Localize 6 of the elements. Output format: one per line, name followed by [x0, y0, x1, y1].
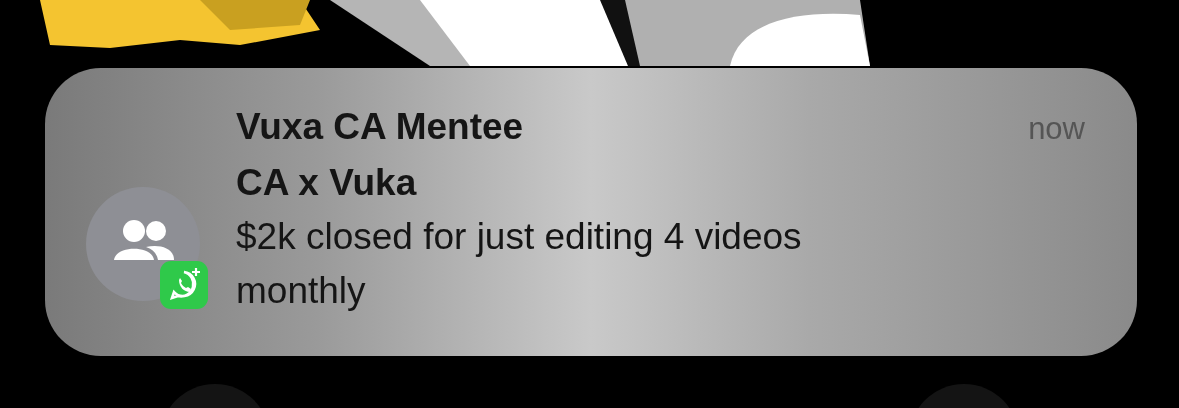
sender-name: Vuxa CA Mentee: [236, 105, 524, 149]
notification-card[interactable]: Vuxa CA Mentee now CA x Vuka $2k closed for just editing 4 videos monthly: [45, 68, 1137, 356]
message-text: $2k closed for just editing 4 videos monthly: [236, 215, 803, 313]
chat-title: CA x Vuka: [236, 161, 418, 205]
timestamp: now: [1028, 110, 1085, 148]
whatsapp-icon: [160, 261, 208, 309]
